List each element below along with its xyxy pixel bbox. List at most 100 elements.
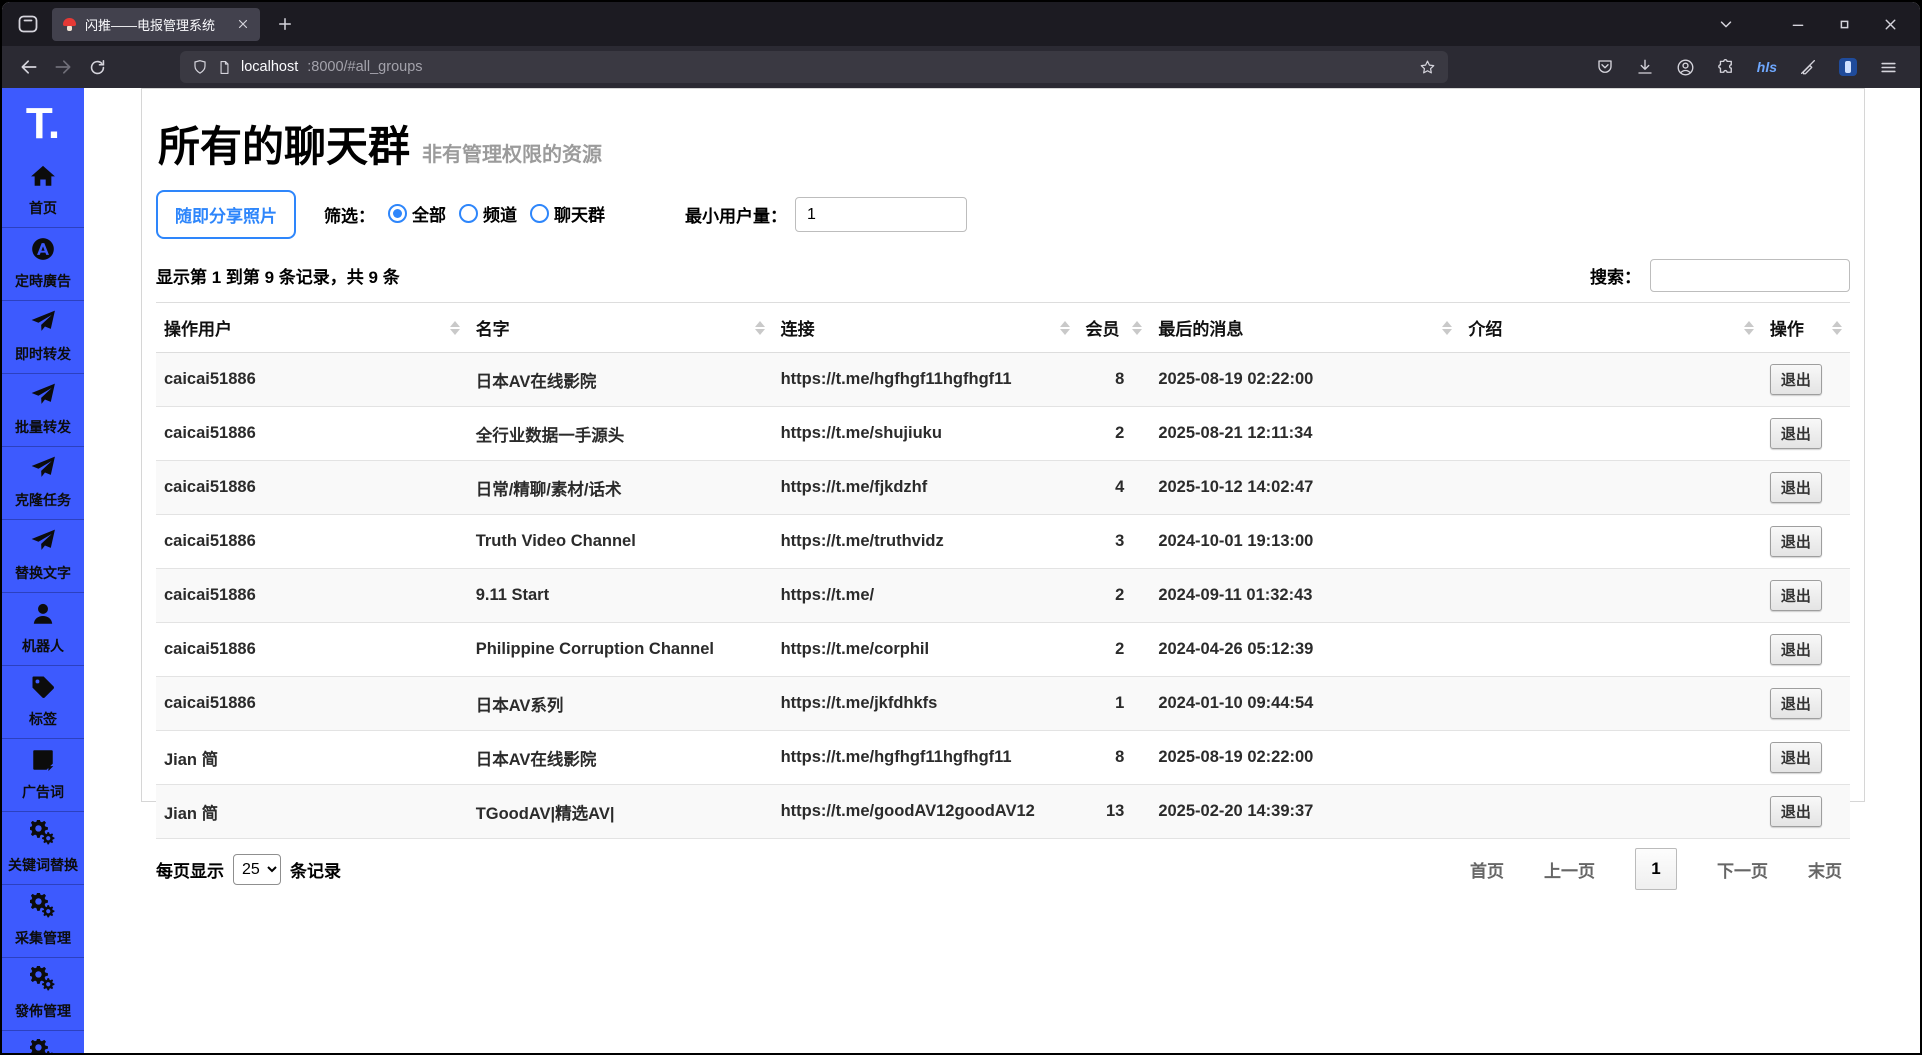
filter-radio-聊天群[interactable]: 聊天群 bbox=[530, 201, 605, 226]
cell-link: https://t.me/corphil bbox=[772, 622, 1078, 677]
pagination-current-page[interactable]: 1 bbox=[1635, 848, 1677, 890]
pocket-icon[interactable] bbox=[1596, 58, 1614, 76]
cell-last-message: 2025-10-12 14:02:47 bbox=[1150, 460, 1461, 515]
filter-radio-label: 全部 bbox=[412, 206, 446, 225]
exit-group-button[interactable]: 退出 bbox=[1769, 688, 1822, 719]
exit-group-button[interactable]: 退出 bbox=[1769, 418, 1822, 449]
cell-user: Jian 简 bbox=[156, 784, 468, 839]
cell-last-message: 2025-08-21 12:11:34 bbox=[1150, 406, 1461, 461]
maximize-icon[interactable] bbox=[1834, 14, 1854, 34]
radio-circle-icon bbox=[530, 204, 549, 223]
sidebar-item-采集管理[interactable]: 采集管理 bbox=[2, 884, 84, 957]
paper-plane-icon bbox=[30, 455, 56, 486]
filter-radio-label: 聊天群 bbox=[554, 206, 605, 225]
pagination-prev[interactable]: 上一页 bbox=[1544, 857, 1595, 882]
forward-icon[interactable] bbox=[48, 52, 78, 82]
reload-icon[interactable] bbox=[82, 52, 112, 82]
sidebar-item-机器人[interactable]: 机器人 bbox=[2, 592, 84, 665]
sidebar-item-定時廣告[interactable]: 定時廣告 bbox=[2, 227, 84, 300]
sidebar-item-label: 發佈管理 bbox=[15, 1003, 71, 1019]
pagination-first[interactable]: 首页 bbox=[1470, 857, 1504, 882]
search-input[interactable] bbox=[1650, 259, 1850, 292]
cell-intro bbox=[1460, 352, 1762, 407]
minimize-icon[interactable] bbox=[1788, 14, 1808, 34]
exit-group-button[interactable]: 退出 bbox=[1769, 634, 1822, 665]
sidebar-item-label: 定時廣告 bbox=[15, 273, 71, 289]
column-header-6[interactable]: 介绍 bbox=[1460, 302, 1762, 353]
exit-group-button[interactable]: 退出 bbox=[1769, 364, 1822, 395]
records-info: 显示第 1 到第 9 条记录，共 9 条 bbox=[156, 268, 400, 287]
back-icon[interactable] bbox=[14, 52, 44, 82]
exit-group-button[interactable]: 退出 bbox=[1769, 796, 1822, 827]
sidebar-item-首页[interactable]: 首页 bbox=[2, 155, 84, 227]
exit-group-button[interactable]: 退出 bbox=[1769, 472, 1822, 503]
shield-icon[interactable] bbox=[192, 59, 208, 75]
download-icon[interactable] bbox=[1636, 58, 1654, 76]
page-info-icon[interactable] bbox=[217, 60, 232, 75]
sidebar-item-关键词替换[interactable]: 关键词替换 bbox=[2, 811, 84, 884]
pagination-next[interactable]: 下一页 bbox=[1717, 857, 1768, 882]
share-photo-button[interactable]: 随即分享照片 bbox=[156, 190, 296, 239]
cell-user: caicai51886 bbox=[156, 460, 468, 515]
cell-intro bbox=[1460, 568, 1762, 623]
filter-controls: 随即分享照片 筛选： 全部 频道 聊天群 最小用户量： bbox=[156, 190, 1850, 239]
sidebar-item-批量转发[interactable]: 批量转发 bbox=[2, 373, 84, 446]
sidebar-item-标签[interactable]: 标签 bbox=[2, 665, 84, 738]
cell-members: 1 bbox=[1077, 676, 1151, 731]
sidebar-item-label: 替换文字 bbox=[15, 565, 71, 581]
column-header-7[interactable]: 操作 bbox=[1761, 302, 1850, 353]
cell-name: 日本AV在线影院 bbox=[467, 730, 773, 785]
window-controls bbox=[1716, 14, 1910, 34]
column-header-1[interactable]: 操作用户 bbox=[156, 302, 468, 353]
firefox-view-icon[interactable] bbox=[14, 10, 42, 38]
page-size-select[interactable]: 25 bbox=[233, 853, 281, 885]
menu-icon[interactable] bbox=[1879, 58, 1898, 77]
cell-members: 3 bbox=[1077, 514, 1151, 569]
url-bar[interactable]: localhost:8000/#all_groups bbox=[180, 51, 1448, 83]
tab-close-icon[interactable] bbox=[236, 17, 250, 31]
cell-last-message: 2025-02-20 14:39:37 bbox=[1150, 784, 1461, 839]
sidebar-item-广告词[interactable]: 广告词 bbox=[2, 738, 84, 811]
tab-title: 闪推——电报管理系统 bbox=[85, 17, 216, 33]
cell-link: https://t.me/shujiuku bbox=[772, 406, 1078, 461]
url-host: localhost bbox=[241, 59, 299, 75]
close-icon[interactable] bbox=[1880, 14, 1900, 34]
sidebar-item-替换文字[interactable]: 替换文字 bbox=[2, 519, 84, 592]
account-icon[interactable] bbox=[1676, 58, 1695, 77]
records-row: 显示第 1 到第 9 条记录，共 9 条 搜索： bbox=[156, 259, 1850, 292]
sidebar-item-發佈管理[interactable]: 發佈管理 bbox=[2, 957, 84, 1030]
exit-group-button[interactable]: 退出 bbox=[1769, 526, 1822, 557]
bookmark-star-icon[interactable] bbox=[1419, 59, 1436, 76]
main-content: 所有的聊天群 非有管理权限的资源 随即分享照片 筛选： 全部 频道 聊天群 最小用户… bbox=[84, 88, 1920, 1053]
exit-group-button[interactable]: 退出 bbox=[1769, 742, 1822, 773]
browser-tab[interactable]: 闪推——电报管理系统 bbox=[52, 7, 260, 41]
hls-extension-icon[interactable]: hls bbox=[1757, 59, 1777, 75]
column-header-4[interactable]: 会员 bbox=[1077, 302, 1151, 353]
cell-link: https://t.me/ bbox=[772, 568, 1078, 623]
exit-group-button[interactable]: 退出 bbox=[1769, 580, 1822, 611]
table-row: caicai51886 Philippine Corruption Channel… bbox=[156, 622, 1850, 677]
tab-strip: 闪推——电报管理系统 bbox=[2, 2, 1920, 46]
cell-intro bbox=[1460, 676, 1762, 731]
telegram-extension-icon[interactable] bbox=[1839, 58, 1857, 76]
min-users-input[interactable] bbox=[795, 197, 967, 232]
column-header-3[interactable]: 连接 bbox=[772, 302, 1078, 353]
filter-radio-全部[interactable]: 全部 bbox=[388, 201, 446, 226]
extensions-icon[interactable] bbox=[1717, 58, 1735, 76]
column-header-5[interactable]: 最后的消息 bbox=[1150, 302, 1461, 353]
sidebar-item-即时转发[interactable]: 即时转发 bbox=[2, 300, 84, 373]
pagination-last[interactable]: 末页 bbox=[1808, 857, 1842, 882]
cell-members: 13 bbox=[1077, 784, 1151, 839]
column-header-2[interactable]: 名字 bbox=[467, 302, 773, 353]
tab-list-icon[interactable] bbox=[1716, 14, 1736, 34]
sort-arrows-icon bbox=[754, 320, 765, 335]
gears-icon bbox=[28, 818, 56, 851]
table-body: caicai51886 日本AV在线影院 https://t.me/hgfhgf11… bbox=[156, 352, 1850, 839]
new-tab-button[interactable] bbox=[276, 15, 294, 33]
cell-last-message: 2024-04-26 05:12:39 bbox=[1150, 622, 1461, 677]
blocker-icon[interactable] bbox=[1799, 58, 1817, 76]
cell-intro bbox=[1460, 784, 1762, 839]
filter-radio-频道[interactable]: 频道 bbox=[459, 201, 517, 226]
sidebar-item-我的资源[interactable]: 我的资源 bbox=[2, 1030, 84, 1053]
sidebar-item-克隆任务[interactable]: 克隆任务 bbox=[2, 446, 84, 519]
